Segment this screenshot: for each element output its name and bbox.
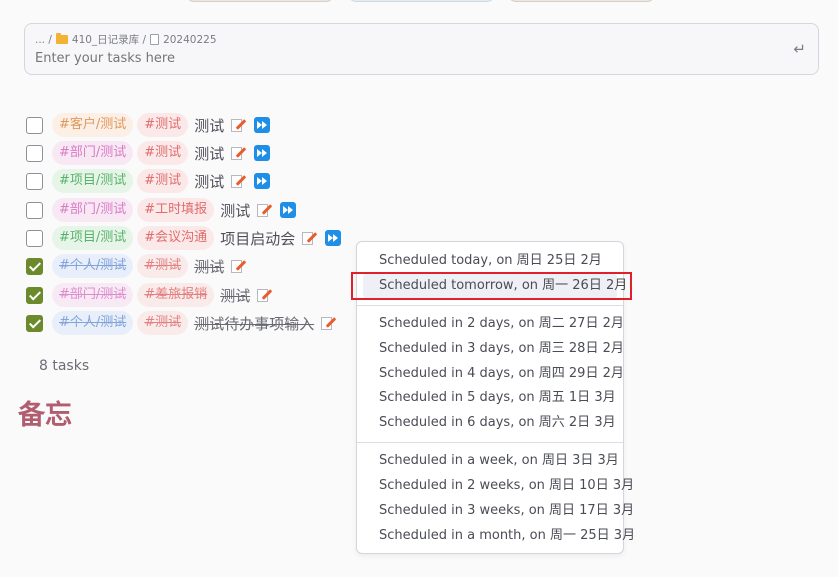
task-text: 测试 bbox=[194, 257, 225, 276]
task-checkbox[interactable] bbox=[26, 314, 43, 332]
breadcrumb: ... / 410_日记录库 / 20240225 bbox=[35, 32, 217, 47]
edit-task-icon[interactable] bbox=[230, 173, 247, 189]
postpone-icon[interactable] bbox=[254, 117, 271, 133]
edit-task-icon[interactable] bbox=[230, 258, 247, 274]
task-tag[interactable]: #测试 bbox=[137, 169, 189, 193]
task-checkbox[interactable] bbox=[26, 144, 43, 162]
task-row: #个人/测试 #测试 测试 bbox=[26, 253, 254, 279]
task-tag[interactable]: #个人/测试 bbox=[52, 254, 134, 278]
task-text: 测试 bbox=[194, 172, 225, 191]
task-input-box[interactable]: ... / 410_日记录库 / 20240225 ↵ bbox=[24, 23, 819, 75]
task-text: 测试 bbox=[194, 144, 225, 163]
task-row: #部门/测试 #测试 测试 bbox=[26, 140, 271, 166]
schedule-menu-item[interactable]: Scheduled in a week, on 周日 3日 3月 bbox=[363, 449, 619, 473]
edit-task-icon[interactable] bbox=[256, 202, 273, 218]
breadcrumb-folder[interactable]: 410_日记录库 / bbox=[72, 32, 146, 47]
top-toolbar-button-2[interactable] bbox=[348, 0, 495, 2]
schedule-menu-item[interactable]: Scheduled in 3 days, on 周三 28日 2月 bbox=[363, 337, 624, 361]
task-row: #部门/测试 #工时填报 测试 bbox=[26, 197, 297, 223]
top-toolbar-button-1[interactable] bbox=[186, 0, 334, 2]
schedule-menu-item[interactable]: Scheduled today, on 周日 25日 2月 bbox=[363, 249, 617, 273]
postpone-icon[interactable] bbox=[325, 230, 342, 246]
schedule-menu-item[interactable]: Scheduled tomorrow, on 周一 26日 2月 bbox=[363, 274, 627, 298]
task-row: #项目/测试 #测试 测试 bbox=[26, 168, 271, 194]
menu-separator bbox=[357, 305, 623, 306]
file-icon bbox=[150, 34, 160, 45]
task-text: 项目启动会 bbox=[220, 229, 296, 248]
task-tag[interactable]: #测试 bbox=[137, 311, 189, 335]
task-tag[interactable]: #个人/测试 bbox=[52, 311, 134, 335]
task-checkbox[interactable] bbox=[26, 257, 43, 275]
postpone-icon[interactable] bbox=[254, 145, 271, 161]
task-text: 测试待办事项输入 bbox=[194, 314, 315, 333]
task-checkbox[interactable] bbox=[26, 229, 43, 247]
schedule-menu: Scheduled today, on 周日 25日 2月 Scheduled t… bbox=[356, 241, 635, 554]
task-tag[interactable]: #测试 bbox=[137, 141, 189, 165]
folder-icon bbox=[55, 33, 68, 44]
top-toolbar-button-3[interactable] bbox=[508, 0, 655, 2]
task-tag[interactable]: #项目/测试 bbox=[52, 169, 134, 193]
enter-icon[interactable]: ↵ bbox=[793, 40, 806, 58]
task-count: 8 tasks bbox=[39, 358, 90, 374]
menu-separator bbox=[357, 442, 623, 443]
task-checkbox[interactable] bbox=[26, 201, 43, 219]
schedule-menu-item[interactable]: Scheduled in 2 weeks, on 周日 10日 3月 bbox=[363, 474, 634, 498]
edit-task-icon[interactable] bbox=[230, 145, 247, 161]
task-checkbox[interactable] bbox=[26, 286, 43, 304]
task-checkbox[interactable] bbox=[26, 116, 43, 134]
task-row: #客户/测试 #测试 测试 bbox=[26, 112, 271, 138]
task-tag[interactable]: #项目/测试 bbox=[52, 226, 134, 250]
schedule-menu-item[interactable]: Scheduled in 4 days, on 周四 29日 2月 bbox=[363, 362, 624, 386]
task-tag[interactable]: #测试 bbox=[137, 254, 189, 278]
edit-task-icon[interactable] bbox=[256, 287, 273, 303]
schedule-menu-item[interactable]: Scheduled in 3 weeks, on 周日 17日 3月 bbox=[363, 499, 634, 523]
task-text: 测试 bbox=[194, 116, 225, 135]
task-tag[interactable]: #测试 bbox=[137, 113, 189, 137]
task-row: #个人/测试 #测试 测试待办事项输入 bbox=[26, 310, 344, 336]
schedule-menu-item[interactable]: Scheduled in 5 days, on 周五 1日 3月 bbox=[363, 386, 617, 410]
postpone-icon[interactable] bbox=[280, 202, 297, 218]
edit-task-icon[interactable] bbox=[301, 230, 318, 246]
edit-task-icon[interactable] bbox=[320, 315, 337, 331]
task-tag[interactable]: #差旅报销 bbox=[137, 283, 215, 307]
task-checkbox[interactable] bbox=[26, 172, 43, 190]
memo-heading: 备忘 bbox=[18, 400, 72, 431]
task-tag[interactable]: #工时填报 bbox=[137, 198, 215, 222]
task-row: #部门/测试 #差旅报销 测试 bbox=[26, 282, 280, 308]
breadcrumb-ellipsis[interactable]: ... / bbox=[35, 34, 52, 46]
postpone-icon[interactable] bbox=[254, 173, 271, 189]
task-tag[interactable]: #会议沟通 bbox=[137, 226, 215, 250]
task-tag[interactable]: #部门/测试 bbox=[52, 283, 134, 307]
task-text: 测试 bbox=[220, 286, 251, 305]
task-text: 测试 bbox=[220, 201, 251, 220]
breadcrumb-file[interactable]: 20240225 bbox=[163, 34, 216, 46]
task-tag[interactable]: #客户/测试 bbox=[52, 113, 134, 137]
task-tag[interactable]: #部门/测试 bbox=[52, 198, 134, 222]
edit-task-icon[interactable] bbox=[230, 117, 247, 133]
task-input[interactable] bbox=[35, 51, 735, 66]
task-tag[interactable]: #部门/测试 bbox=[52, 141, 134, 165]
task-row: #项目/测试 #会议沟通 项目启动会 bbox=[26, 225, 342, 251]
schedule-menu-item[interactable]: Scheduled in 2 days, on 周二 27日 2月 bbox=[363, 312, 624, 336]
schedule-menu-item[interactable]: Scheduled in a month, on 周一 25日 3月 bbox=[363, 524, 635, 548]
schedule-menu-item[interactable]: Scheduled in 6 days, on 周六 2日 3月 bbox=[363, 411, 617, 435]
